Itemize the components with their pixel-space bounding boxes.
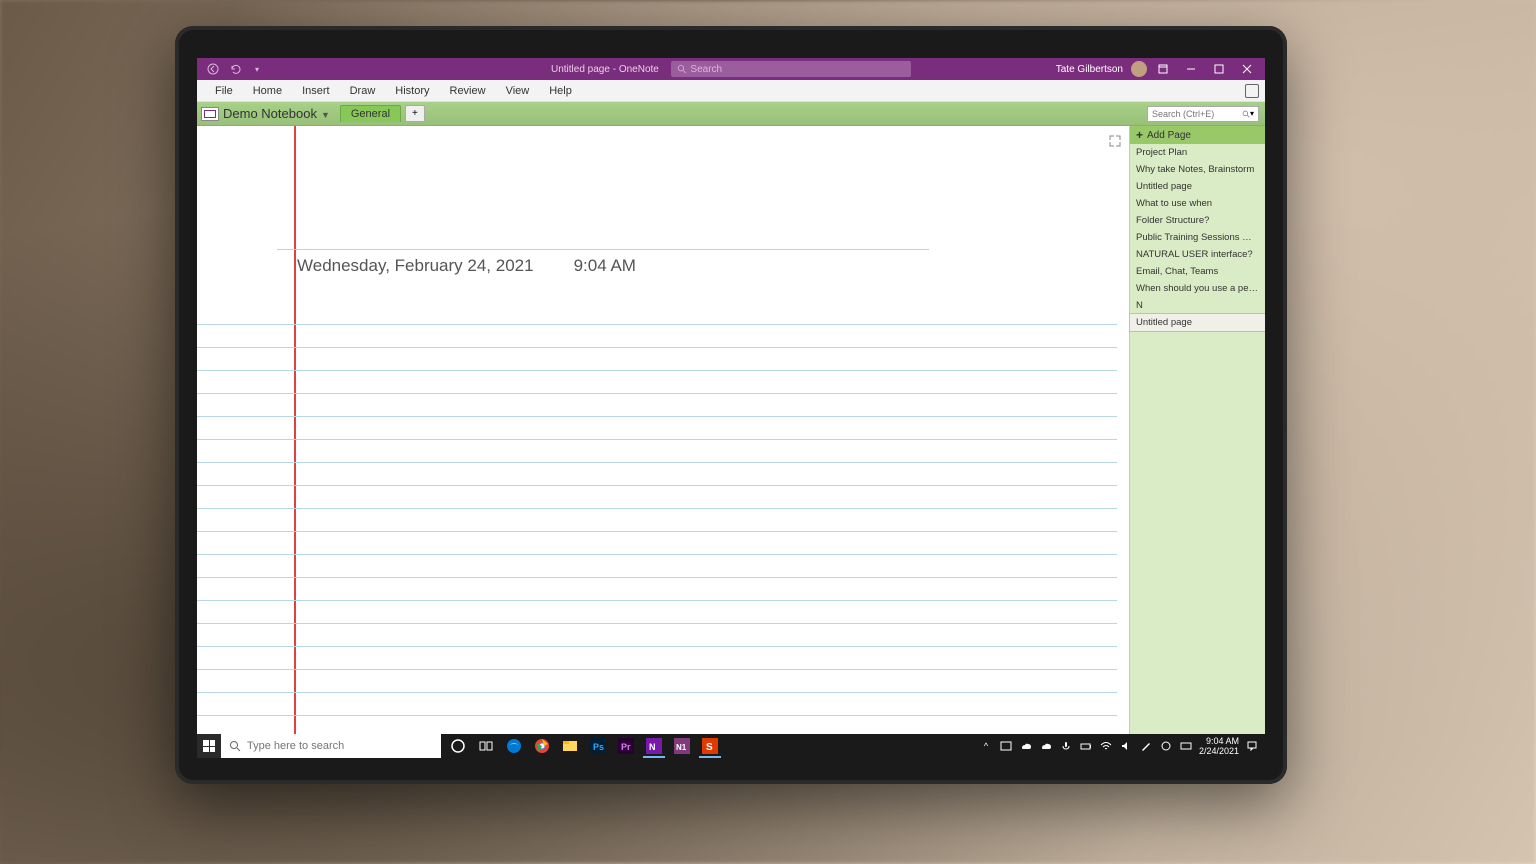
search-box[interactable] bbox=[671, 61, 911, 77]
page-list-item[interactable]: Project Plan bbox=[1130, 144, 1265, 161]
onenote-app-icon[interactable]: N bbox=[641, 734, 667, 758]
section-tab-general[interactable]: General bbox=[340, 105, 401, 122]
page-timestamp: Wednesday, February 24, 2021 9:04 AM bbox=[297, 256, 636, 276]
tray-keyboard-icon[interactable] bbox=[1179, 739, 1193, 753]
tab-draw[interactable]: Draw bbox=[340, 80, 386, 101]
page-list-item[interactable]: Folder Structure? bbox=[1130, 212, 1265, 229]
page-list-item[interactable]: Why take Notes, Brainstorm bbox=[1130, 161, 1265, 178]
page-list-item[interactable]: What to use when bbox=[1130, 195, 1265, 212]
tab-home[interactable]: Home bbox=[243, 80, 292, 101]
svg-text:N: N bbox=[649, 742, 656, 752]
svg-text:Pr: Pr bbox=[621, 742, 631, 752]
windows-logo-icon bbox=[203, 740, 215, 752]
svg-text:Ps: Ps bbox=[593, 742, 604, 752]
snagit-icon[interactable]: S bbox=[697, 734, 723, 758]
page-list-panel: + Add Page Project PlanWhy take Notes, B… bbox=[1129, 126, 1265, 758]
tab-help[interactable]: Help bbox=[539, 80, 582, 101]
page-list-item[interactable]: Untitled page bbox=[1130, 314, 1265, 331]
page-search-box[interactable]: ▾ bbox=[1147, 106, 1259, 122]
maximize-button[interactable] bbox=[1207, 58, 1231, 80]
tray-battery-icon[interactable] bbox=[1079, 739, 1093, 753]
tray-onedrive-icon[interactable] bbox=[1019, 739, 1033, 753]
page-list-item[interactable]: When should you use a pen? bbox=[1130, 280, 1265, 297]
tab-insert[interactable]: Insert bbox=[292, 80, 340, 101]
tray-wifi-icon[interactable] bbox=[1099, 739, 1113, 753]
title-bar: ▾ Untitled page - OneNote Tate Gilbertso… bbox=[197, 58, 1265, 80]
note-canvas[interactable]: Wednesday, February 24, 2021 9:04 AM bbox=[197, 126, 1129, 758]
tray-volume-icon[interactable] bbox=[1119, 739, 1133, 753]
notebook-section-bar: Demo Notebook▼ General + ▾ bbox=[197, 102, 1265, 126]
taskbar-search-input[interactable] bbox=[247, 740, 427, 752]
premiere-icon[interactable]: Pr bbox=[613, 734, 639, 758]
user-avatar[interactable] bbox=[1131, 61, 1147, 77]
chrome-icon[interactable] bbox=[529, 734, 555, 758]
undo-button[interactable] bbox=[227, 61, 243, 77]
edge-icon[interactable] bbox=[501, 734, 527, 758]
tray-pen-icon[interactable] bbox=[1139, 739, 1153, 753]
tab-file[interactable]: File bbox=[205, 80, 243, 101]
tab-view[interactable]: View bbox=[496, 80, 540, 101]
page-title-area[interactable] bbox=[277, 226, 929, 250]
svg-text:N1: N1 bbox=[676, 743, 687, 752]
page-search-input[interactable] bbox=[1152, 109, 1242, 119]
add-section-button[interactable]: + bbox=[405, 105, 425, 122]
tab-review[interactable]: Review bbox=[440, 80, 496, 101]
user-name-label[interactable]: Tate Gilbertson bbox=[1056, 64, 1123, 75]
add-page-button[interactable]: + Add Page bbox=[1130, 126, 1265, 144]
ribbon-mode-button[interactable] bbox=[1151, 58, 1175, 80]
page-date: Wednesday, February 24, 2021 bbox=[297, 256, 534, 276]
taskbar-pinned-apps: Ps Pr N N1 S bbox=[445, 734, 723, 758]
tray-clock[interactable]: 9:04 AM 2/24/2021 bbox=[1199, 736, 1239, 756]
screen: ▾ Untitled page - OneNote Tate Gilbertso… bbox=[197, 58, 1265, 758]
tray-chevron-icon[interactable]: ^ bbox=[979, 739, 993, 753]
fullscreen-icon[interactable] bbox=[1109, 134, 1121, 146]
page-list-item[interactable]: Email, Chat, Teams bbox=[1130, 263, 1265, 280]
taskbar-search[interactable] bbox=[221, 734, 441, 758]
close-button[interactable] bbox=[1235, 58, 1259, 80]
page-list-item[interactable]: N bbox=[1130, 297, 1265, 314]
ribbon-tabs: File Home Insert Draw History Review Vie… bbox=[197, 80, 1265, 102]
back-button[interactable] bbox=[205, 61, 221, 77]
search-input[interactable] bbox=[690, 64, 905, 75]
onenote-desktop-icon[interactable]: N1 bbox=[669, 734, 695, 758]
tray-location-icon[interactable] bbox=[1159, 739, 1173, 753]
notebook-icon bbox=[201, 107, 219, 121]
svg-text:S: S bbox=[706, 742, 713, 753]
share-icon[interactable] bbox=[1245, 84, 1259, 98]
cortana-icon[interactable] bbox=[445, 734, 471, 758]
notebook-dropdown[interactable]: Demo Notebook▼ bbox=[223, 106, 330, 121]
tab-history[interactable]: History bbox=[385, 80, 439, 101]
task-view-icon[interactable] bbox=[473, 734, 499, 758]
tray-mic-icon[interactable] bbox=[1059, 739, 1073, 753]
minimize-button[interactable] bbox=[1179, 58, 1203, 80]
window-title: Untitled page - OneNote bbox=[551, 64, 659, 75]
page-list-item[interactable]: Untitled page bbox=[1130, 178, 1265, 195]
action-center-icon[interactable] bbox=[1245, 739, 1259, 753]
page-list-item[interactable]: Public Training Sessions Worksho bbox=[1130, 229, 1265, 246]
file-explorer-icon[interactable] bbox=[557, 734, 583, 758]
photoshop-icon[interactable]: Ps bbox=[585, 734, 611, 758]
tablet-device-frame: ▾ Untitled page - OneNote Tate Gilbertso… bbox=[175, 26, 1287, 784]
tray-onedrive2-icon[interactable] bbox=[1039, 739, 1053, 753]
windows-taskbar: Ps Pr N N1 S ^ 9:04 AM 2/24/2021 bbox=[197, 734, 1265, 758]
page-time: 9:04 AM bbox=[574, 256, 636, 276]
ruled-lines bbox=[197, 302, 1117, 758]
page-list-item[interactable]: NATURAL USER interface? bbox=[1130, 246, 1265, 263]
plus-icon: + bbox=[1136, 128, 1143, 142]
system-tray: ^ 9:04 AM 2/24/2021 bbox=[979, 734, 1265, 758]
qat-customize-button[interactable]: ▾ bbox=[249, 61, 265, 77]
tray-meet-icon[interactable] bbox=[999, 739, 1013, 753]
start-button[interactable] bbox=[197, 734, 221, 758]
